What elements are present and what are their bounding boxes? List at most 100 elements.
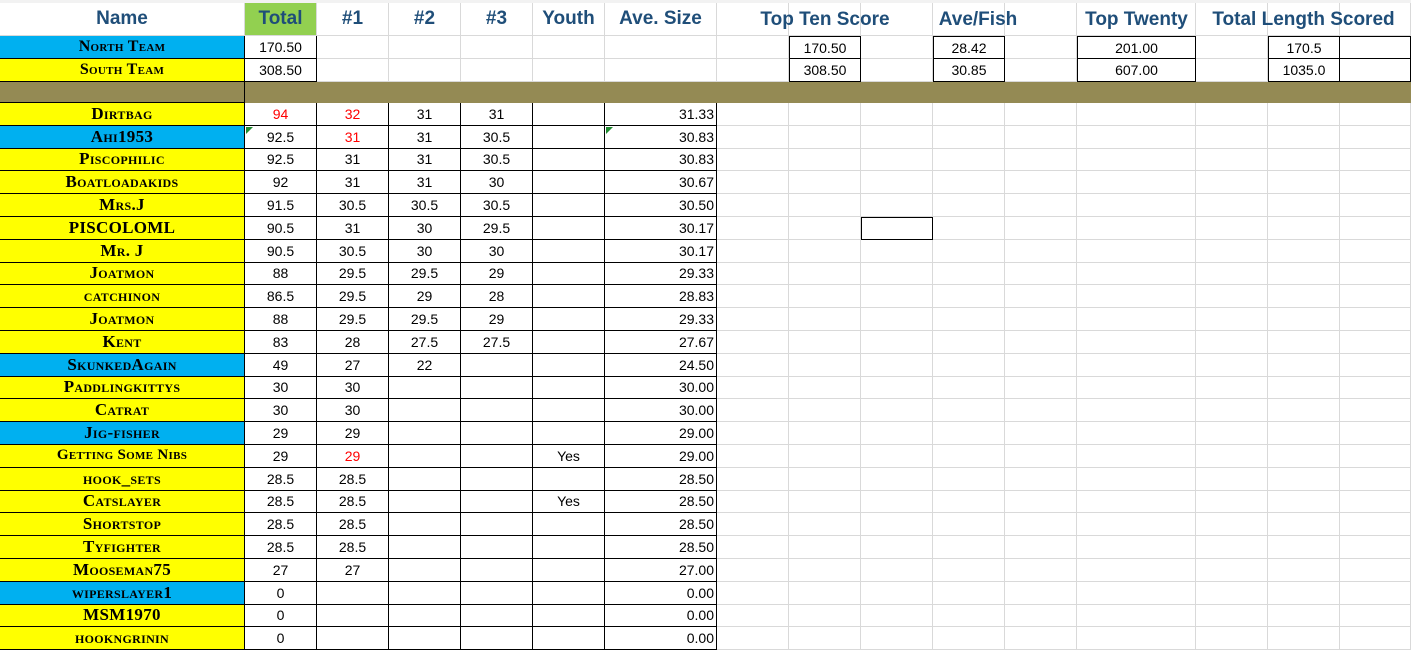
- player-name[interactable]: Paddlingkittys: [0, 376, 245, 400]
- player-c3[interactable]: [461, 399, 533, 423]
- sheet-cell[interactable]: [1196, 604, 1268, 628]
- sheet-cell[interactable]: [1268, 194, 1340, 217]
- sheet-cell[interactable]: [1196, 513, 1268, 537]
- sheet-cell[interactable]: [1196, 59, 1268, 82]
- sheet-cell[interactable]: [717, 627, 789, 650]
- player-c1[interactable]: 28.5: [317, 467, 389, 491]
- sheet-cell[interactable]: [1005, 490, 1077, 514]
- player-total[interactable]: 29: [245, 445, 317, 468]
- player-c1[interactable]: 29: [317, 422, 389, 445]
- team-name-north[interactable]: North Team: [0, 36, 245, 59]
- player-c2[interactable]: 29.5: [389, 262, 461, 286]
- sheet-cell[interactable]: [1077, 285, 1196, 309]
- player-c1[interactable]: 30.5: [317, 239, 389, 263]
- player-c1[interactable]: 32: [317, 103, 389, 126]
- player-c3[interactable]: 30.5: [461, 194, 533, 217]
- sheet-cell[interactable]: [861, 171, 933, 195]
- player-name[interactable]: Mooseman75: [0, 559, 245, 582]
- player-total[interactable]: 83: [245, 331, 317, 354]
- sheet-cell[interactable]: [1077, 627, 1196, 650]
- header-top-twenty[interactable]: Top Twenty: [1077, 3, 1196, 36]
- player-youth[interactable]: [533, 581, 605, 605]
- sheet-cell[interactable]: [789, 445, 861, 468]
- sheet-cell[interactable]: [1077, 604, 1196, 628]
- sheet-cell[interactable]: [389, 36, 461, 59]
- player-youth[interactable]: [533, 217, 605, 240]
- sheet-cell[interactable]: [1196, 331, 1268, 354]
- sheet-cell[interactable]: [1340, 103, 1411, 126]
- sheet-cell[interactable]: [789, 171, 861, 195]
- player-c3[interactable]: 30: [461, 171, 533, 195]
- sheet-cell[interactable]: [1268, 217, 1340, 240]
- player-total[interactable]: 92.5: [245, 125, 317, 149]
- sheet-cell[interactable]: [717, 103, 789, 126]
- sheet-cell[interactable]: [1340, 513, 1411, 537]
- player-c3[interactable]: [461, 627, 533, 650]
- sheet-cell[interactable]: [717, 445, 789, 468]
- player-total[interactable]: 90.5: [245, 217, 317, 240]
- sheet-cell[interactable]: [1077, 445, 1196, 468]
- player-name[interactable]: Shortstop: [0, 513, 245, 537]
- sheet-cell[interactable]: [861, 513, 933, 537]
- sheet-cell[interactable]: [1340, 217, 1411, 240]
- player-youth[interactable]: [533, 194, 605, 217]
- sheet-cell[interactable]: [1340, 490, 1411, 514]
- sheet-cell[interactable]: [861, 353, 933, 377]
- sheet-cell[interactable]: [1005, 513, 1077, 537]
- player-name[interactable]: wiperslayer1: [0, 581, 245, 605]
- sheet-cell[interactable]: [1005, 559, 1077, 582]
- sheet-cell[interactable]: [1268, 353, 1340, 377]
- player-total[interactable]: 92: [245, 171, 317, 195]
- player-ave-size[interactable]: 31.33: [605, 103, 717, 126]
- sheet-cell[interactable]: [717, 148, 789, 172]
- sheet-cell[interactable]: [933, 308, 1005, 331]
- sheet-cell[interactable]: [933, 422, 1005, 445]
- sheet-cell[interactable]: [789, 581, 861, 605]
- sheet-cell[interactable]: [1268, 467, 1340, 491]
- header-total[interactable]: Total: [245, 3, 317, 36]
- player-total[interactable]: 90.5: [245, 239, 317, 263]
- sheet-cell[interactable]: [1077, 581, 1196, 605]
- sheet-cell[interactable]: [1077, 194, 1196, 217]
- sheet-cell[interactable]: [1077, 513, 1196, 537]
- player-name[interactable]: hookngrinin: [0, 627, 245, 650]
- player-total[interactable]: 30: [245, 399, 317, 423]
- player-youth[interactable]: [533, 399, 605, 423]
- player-name[interactable]: SkunkedAgain: [0, 353, 245, 377]
- team-ave-fish[interactable]: 30.85: [933, 59, 1005, 82]
- sheet-cell[interactable]: [933, 467, 1005, 491]
- sheet-cell[interactable]: [861, 125, 933, 149]
- player-ave-size[interactable]: 30.00: [605, 399, 717, 423]
- sheet-cell[interactable]: [789, 353, 861, 377]
- player-c1[interactable]: 28.5: [317, 490, 389, 514]
- player-c3[interactable]: [461, 376, 533, 400]
- player-name[interactable]: Joatmon: [0, 262, 245, 286]
- player-c2[interactable]: 30: [389, 217, 461, 240]
- sheet-cell[interactable]: [1196, 445, 1268, 468]
- sheet-cell[interactable]: [1196, 262, 1268, 286]
- sheet-cell[interactable]: [1340, 581, 1411, 605]
- sheet-cell[interactable]: [861, 262, 933, 286]
- sheet-cell[interactable]: [1005, 422, 1077, 445]
- sheet-cell[interactable]: [789, 627, 861, 650]
- sheet-cell[interactable]: [933, 513, 1005, 537]
- sheet-cell[interactable]: [605, 59, 717, 82]
- player-name[interactable]: Getting Some Nibs: [0, 445, 245, 468]
- player-ave-size[interactable]: 30.50: [605, 194, 717, 217]
- player-c2[interactable]: 30: [389, 239, 461, 263]
- player-name[interactable]: Boatloadakids: [0, 171, 245, 195]
- player-c3[interactable]: [461, 604, 533, 628]
- sheet-cell[interactable]: [861, 59, 933, 82]
- sheet-cell[interactable]: [1077, 490, 1196, 514]
- player-name[interactable]: Jig-fisher: [0, 422, 245, 445]
- sheet-cell[interactable]: [717, 581, 789, 605]
- header-ave-fish[interactable]: Ave/Fish: [913, 3, 1043, 36]
- player-c2[interactable]: [389, 559, 461, 582]
- sheet-cell[interactable]: [789, 125, 861, 149]
- sheet-cell[interactable]: [1005, 59, 1077, 82]
- sheet-cell[interactable]: [1005, 239, 1077, 263]
- player-c2[interactable]: [389, 536, 461, 559]
- sheet-cell[interactable]: [789, 513, 861, 537]
- sheet-cell[interactable]: [1340, 627, 1411, 650]
- player-c3[interactable]: 28: [461, 285, 533, 309]
